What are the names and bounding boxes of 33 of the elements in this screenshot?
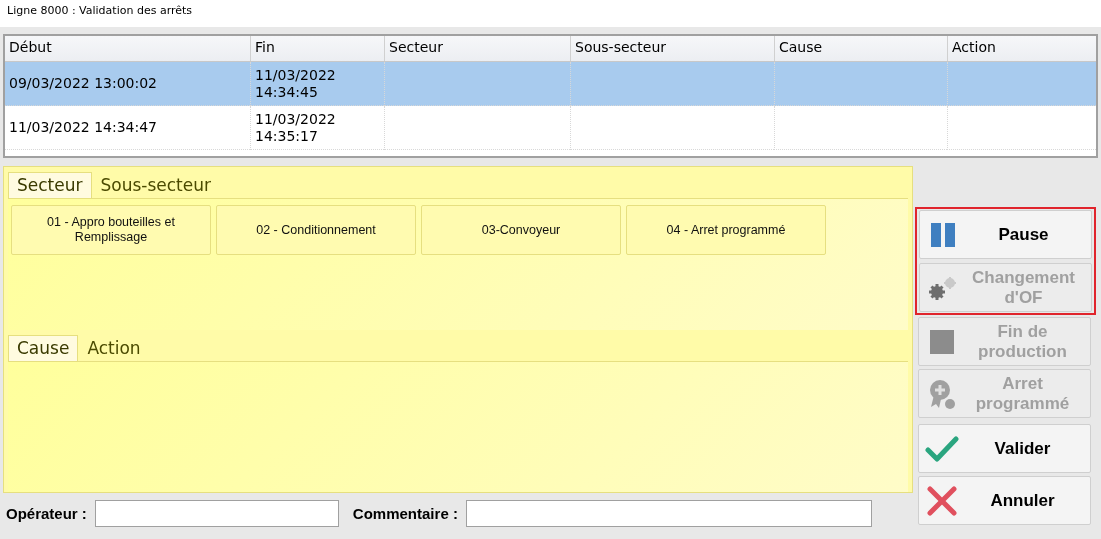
table-row[interactable]: 11/03/2022 14:34:47 11/03/2022 14:35:17 xyxy=(5,106,1096,150)
award-icon xyxy=(928,378,956,409)
action-button[interactable]: Annuler xyxy=(918,476,1091,525)
field-label: Opérateur : xyxy=(6,504,87,522)
action-button[interactable]: Valider xyxy=(918,424,1091,473)
column-header[interactable]: Sous-secteur xyxy=(570,36,774,61)
sector-button[interactable]: 01 - Appro bouteilles et Remplissage xyxy=(11,205,211,255)
column-header[interactable]: Cause xyxy=(774,36,947,61)
cross-icon xyxy=(926,484,958,517)
column-header[interactable]: Début xyxy=(5,36,250,61)
column-header[interactable]: Fin xyxy=(250,36,384,61)
pause-icon xyxy=(930,221,956,248)
tab[interactable]: Secteur xyxy=(8,172,92,198)
window-title: Ligne 8000 : Validation des arrêts xyxy=(0,0,1101,27)
table-cell: 09/03/2022 13:00:02 xyxy=(9,75,158,92)
tab[interactable]: Cause xyxy=(8,334,79,361)
table-cell-text: 11/03/2022 14:34:45 xyxy=(255,66,337,101)
table-row[interactable]: 09/03/2022 13:00:02 11/03/2022 14:34:45 xyxy=(5,62,1096,106)
tab[interactable]: Action xyxy=(78,334,150,361)
stop-icon xyxy=(929,328,955,355)
input-field[interactable] xyxy=(94,499,339,527)
table-cell-text: 11/03/2022 14:35:17 xyxy=(255,110,337,145)
column-header[interactable]: Action xyxy=(947,36,1096,61)
sector-button[interactable]: 04 - Arret programmé xyxy=(626,205,826,255)
sector-button[interactable]: 02 - Conditionnement xyxy=(216,205,416,255)
table-cell: 11/03/2022 14:34:47 xyxy=(9,119,158,136)
input-field[interactable] xyxy=(465,499,872,527)
tab[interactable]: Sous-secteur xyxy=(91,172,220,198)
column-header[interactable]: Secteur xyxy=(384,36,570,61)
sector-button[interactable]: 03-Convoyeur xyxy=(421,205,621,255)
gears-icon xyxy=(928,274,958,301)
field-label: Commentaire : xyxy=(352,504,458,522)
check-icon xyxy=(925,434,959,463)
